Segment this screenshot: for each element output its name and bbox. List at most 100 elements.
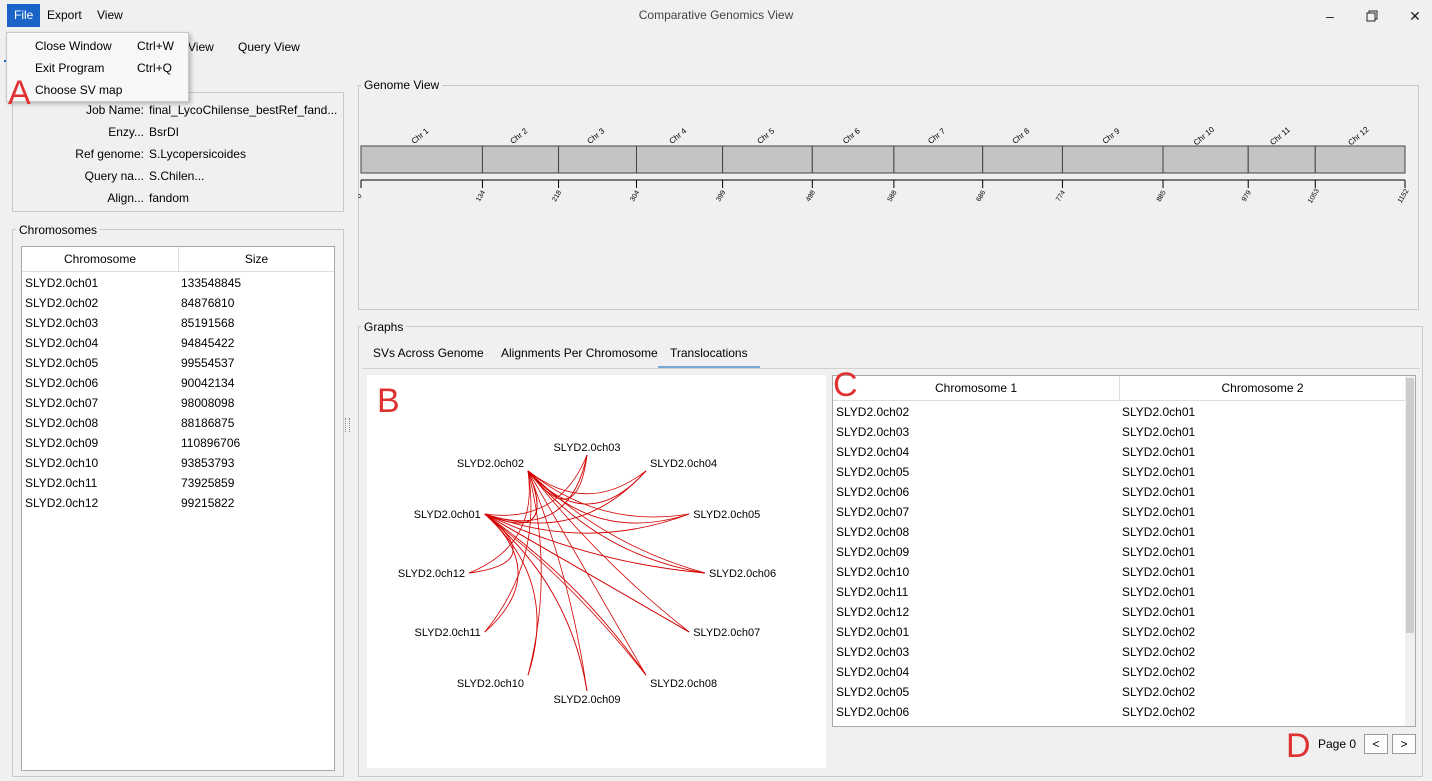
cell-chromosome: SLYD2.0ch03 (25, 316, 99, 330)
info-label: Query na... (84, 169, 144, 183)
chromosome-segment[interactable] (1061, 145, 1164, 174)
table-row[interactable]: SLYD2.0ch08 88186875 (22, 416, 334, 436)
table-row[interactable]: SLYD2.0ch03 SLYD2.0ch01 (833, 425, 1405, 445)
prev-page-button[interactable]: < (1364, 734, 1388, 754)
cell-size: 98008098 (181, 396, 235, 410)
circos-node-label: SLYD2.0ch07 (693, 627, 760, 639)
annotation-c: C (833, 366, 858, 404)
tab-translocations[interactable]: Translocations (658, 346, 760, 368)
table-row[interactable]: SLYD2.0ch06 SLYD2.0ch01 (833, 485, 1405, 505)
cell-chromosome-2: SLYD2.0ch01 (1122, 505, 1196, 519)
table-row[interactable]: SLYD2.0ch12 SLYD2.0ch01 (833, 605, 1405, 625)
table-row[interactable]: SLYD2.0ch01 133548845 (22, 276, 334, 296)
tab-svs-across-genome[interactable]: SVs Across Genome (373, 346, 484, 360)
chromosome-segment[interactable] (1247, 145, 1316, 174)
table-row[interactable]: SLYD2.0ch03 SLYD2.0ch02 (833, 645, 1405, 665)
table-row[interactable]: SLYD2.0ch09 110896706 (22, 436, 334, 456)
chromosome-label: Chr 9 (1101, 126, 1122, 146)
cell-chromosome-1: SLYD2.0ch04 (836, 445, 910, 459)
table-row[interactable]: SLYD2.0ch06 90042134 (22, 376, 334, 396)
axis-tick-label: 0 (358, 193, 364, 200)
cell-chromosome-2: SLYD2.0ch01 (1122, 465, 1196, 479)
tab-query-view[interactable]: Query View (238, 40, 300, 54)
annotation-a: A (8, 74, 31, 112)
maximize-icon[interactable] (1360, 6, 1384, 26)
table-row[interactable]: SLYD2.0ch03 85191568 (22, 316, 334, 336)
cell-chromosome-1: SLYD2.0ch02 (836, 405, 910, 419)
table-row[interactable]: SLYD2.0ch02 SLYD2.0ch01 (833, 405, 1405, 425)
axis-tick-label: 1053 (1307, 188, 1321, 205)
table-row[interactable]: SLYD2.0ch04 SLYD2.0ch01 (833, 445, 1405, 465)
col-header-chromosome-2[interactable]: Chromosome 2 (1120, 376, 1406, 401)
table-row[interactable]: SLYD2.0ch11 SLYD2.0ch01 (833, 585, 1405, 605)
cell-chromosome-2: SLYD2.0ch01 (1122, 405, 1196, 419)
translocation-link (484, 470, 532, 633)
table-row[interactable]: SLYD2.0ch01 SLYD2.0ch02 (833, 625, 1405, 645)
table-scrollbar[interactable] (1405, 376, 1415, 726)
info-label: Job Name: (85, 103, 144, 117)
menu-item-close-window[interactable]: Close Window Ctrl+W (7, 35, 188, 57)
menu-item-choose-sv-map[interactable]: Choose SV map (7, 79, 188, 101)
table-row[interactable]: SLYD2.0ch10 SLYD2.0ch01 (833, 565, 1405, 585)
chromosome-segment[interactable] (1314, 145, 1406, 174)
chromosome-segment[interactable] (811, 145, 895, 174)
chromosome-segment[interactable] (722, 145, 813, 174)
table-row[interactable]: SLYD2.0ch07 SLYD2.0ch01 (833, 505, 1405, 525)
cell-chromosome-1: SLYD2.0ch10 (836, 565, 910, 579)
chromosome-table[interactable]: Chromosome Size SLYD2.0ch01 133548845 SLYD… (21, 246, 335, 771)
cell-chromosome-2: SLYD2.0ch02 (1122, 645, 1196, 659)
chromosome-segment[interactable] (360, 145, 483, 174)
tab-alignments-per-chromosome[interactable]: Alignments Per Chromosome (501, 346, 658, 360)
table-row[interactable]: SLYD2.0ch05 SLYD2.0ch01 (833, 465, 1405, 485)
chromosome-segment[interactable] (558, 145, 637, 174)
table-row[interactable]: SLYD2.0ch08 SLYD2.0ch01 (833, 525, 1405, 545)
chromosome-label: Chr 3 (586, 126, 607, 146)
cell-size: 85191568 (181, 316, 235, 330)
cell-chromosome-2: SLYD2.0ch01 (1122, 485, 1196, 499)
col-header-chromosome-1[interactable]: Chromosome 1 (833, 376, 1120, 401)
circos-node-label: SLYD2.0ch12 (398, 568, 465, 580)
splitter-handle[interactable] (345, 418, 350, 432)
tab-view[interactable]: View (188, 40, 214, 54)
table-row[interactable]: SLYD2.0ch04 94845422 (22, 336, 334, 356)
chromosome-segment[interactable] (636, 145, 724, 174)
translocation-table[interactable]: Chromosome 1 Chromosome 2 SLYD2.0ch02 SLY… (832, 375, 1416, 727)
table-row[interactable]: SLYD2.0ch07 98008098 (22, 396, 334, 416)
chromosome-segment[interactable] (893, 145, 984, 174)
cell-chromosome-2: SLYD2.0ch02 (1122, 625, 1196, 639)
table-row[interactable]: SLYD2.0ch06 SLYD2.0ch02 (833, 705, 1405, 725)
next-page-button[interactable]: > (1392, 734, 1416, 754)
table-row[interactable]: SLYD2.0ch05 99554537 (22, 356, 334, 376)
table-row[interactable]: SLYD2.0ch09 SLYD2.0ch01 (833, 545, 1405, 565)
cell-size: 133548845 (181, 276, 242, 290)
cell-chromosome-2: SLYD2.0ch01 (1122, 565, 1196, 579)
cell-size: 94845422 (181, 336, 235, 350)
col-header-size[interactable]: Size (179, 247, 334, 272)
cell-size: 99215822 (181, 496, 235, 510)
cell-size: 99554537 (181, 356, 235, 370)
circos-node-label: SLYD2.0ch05 (693, 509, 760, 521)
table-row[interactable]: SLYD2.0ch12 99215822 (22, 496, 334, 516)
cell-chromosome: SLYD2.0ch05 (25, 356, 99, 370)
translocation-link (484, 513, 690, 633)
axis-tick-label: 304 (629, 189, 641, 203)
chromosome-segment[interactable] (481, 145, 560, 174)
table-row[interactable]: SLYD2.0ch11 73925859 (22, 476, 334, 496)
col-header-chromosome[interactable]: Chromosome (22, 247, 179, 272)
table-row[interactable]: SLYD2.0ch05 SLYD2.0ch02 (833, 685, 1405, 705)
table-row[interactable]: SLYD2.0ch04 SLYD2.0ch02 (833, 665, 1405, 685)
chromosome-segment[interactable] (1162, 145, 1249, 174)
minimize-icon[interactable]: – (1318, 6, 1342, 26)
chromosome-label: Chr 5 (755, 126, 776, 146)
chromosome-segment[interactable] (982, 145, 1063, 174)
menu-item-exit-program[interactable]: Exit Program Ctrl+Q (7, 57, 188, 79)
table-row[interactable]: SLYD2.0ch02 84876810 (22, 296, 334, 316)
translocation-circos-plot: SLYD2.0ch01 SLYD2.0ch02 SLYD2.0ch03 SLYD2.0… (367, 375, 826, 768)
table-row[interactable]: SLYD2.0ch10 93853793 (22, 456, 334, 476)
close-icon[interactable]: ✕ (1403, 6, 1427, 26)
cell-size: 93853793 (181, 456, 235, 470)
cell-chromosome-2: SLYD2.0ch02 (1122, 665, 1196, 679)
file-menu-dropdown: Close Window Ctrl+W Exit Program Ctrl+Q … (6, 32, 189, 102)
cell-chromosome-1: SLYD2.0ch08 (836, 525, 910, 539)
scrollbar-thumb[interactable] (1406, 378, 1414, 633)
